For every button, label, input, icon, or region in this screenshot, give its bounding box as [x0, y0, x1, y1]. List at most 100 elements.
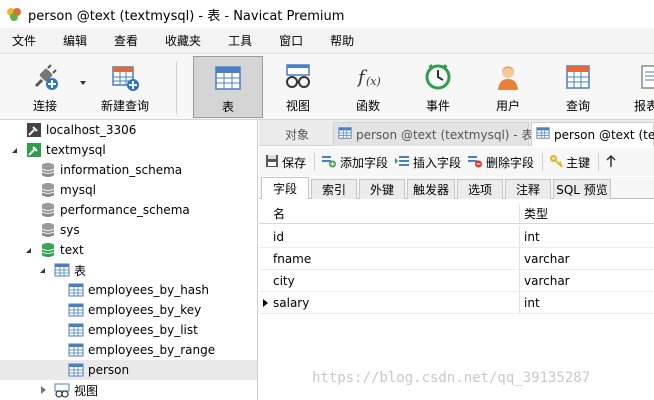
tab-indexes[interactable]: 索引 — [311, 179, 357, 199]
tree-item-textmysql[interactable]: textmysql — [0, 140, 257, 160]
user-button[interactable]: 用户 — [478, 56, 538, 118]
function-button[interactable]: f (x) 函数 — [338, 56, 398, 118]
expand-arrow-icon[interactable] — [26, 247, 31, 253]
field-type-cell[interactable]: varchar — [524, 248, 570, 269]
save-button[interactable]: 保存 — [265, 154, 306, 171]
primary-key-label: 主键 — [566, 155, 591, 170]
database-icon — [40, 182, 56, 198]
tree-item-mysql[interactable]: mysql — [0, 180, 257, 200]
column-header-name[interactable]: 名 — [273, 204, 285, 223]
save-icon — [265, 154, 279, 171]
menu-view[interactable]: 查看 — [114, 32, 138, 49]
table-icon — [68, 322, 84, 338]
tree-item-person[interactable]: person — [0, 360, 257, 380]
key-icon — [549, 154, 563, 171]
field-name-cell[interactable]: salary — [273, 292, 309, 313]
event-button[interactable]: 事件 — [408, 56, 468, 118]
tree-item-views-folder[interactable]: 视图 — [0, 380, 257, 400]
save-label: 保存 — [282, 155, 307, 170]
delete-field-button[interactable]: 删除字段 — [467, 154, 534, 171]
field-name-cell[interactable]: city — [273, 270, 295, 291]
toolbar-separator — [314, 153, 316, 171]
tree-item-information-schema[interactable]: information_schema — [0, 160, 257, 180]
add-field-button[interactable]: 添加字段 — [321, 154, 388, 171]
menu-edit[interactable]: 编辑 — [63, 32, 87, 49]
grid-header: 名 类型 — [259, 204, 654, 224]
connect-dropdown-icon[interactable] — [80, 81, 86, 85]
insert-field-icon — [394, 154, 410, 171]
tree-item-employees-by-key[interactable]: employees_by_key — [0, 300, 257, 320]
report-button[interactable]: 报表 — [626, 56, 654, 118]
tab-foreign-keys[interactable]: 外键 — [359, 179, 405, 199]
field-type-cell[interactable]: int — [524, 226, 540, 247]
tab-triggers[interactable]: 触发器 — [407, 179, 455, 199]
tree-item-text[interactable]: text — [0, 240, 257, 260]
user-label: 用户 — [495, 99, 520, 113]
new-query-button[interactable]: 新建查询 — [92, 56, 158, 118]
column-header-type[interactable]: 类型 — [524, 204, 548, 223]
field-type-cell[interactable]: varchar — [524, 270, 570, 291]
view-button[interactable]: 视图 — [268, 56, 328, 118]
primary-key-button[interactable]: 主键 — [549, 154, 590, 171]
table-icon — [536, 126, 550, 143]
clock-icon — [422, 61, 454, 93]
add-field-label: 添加字段 — [340, 155, 389, 170]
connect-label: 连接 — [32, 99, 57, 113]
menu-help[interactable]: 帮助 — [330, 32, 354, 49]
glasses-icon — [282, 61, 314, 93]
insert-field-label: 插入字段 — [413, 155, 462, 170]
tab-sql-preview[interactable]: SQL 预览 — [553, 179, 611, 199]
field-name-cell[interactable]: fname — [273, 248, 311, 269]
query-label: 查询 — [565, 99, 590, 113]
report-label: 报表 — [634, 99, 654, 113]
table-folder-icon — [54, 262, 70, 278]
menu-window[interactable]: 窗口 — [279, 32, 303, 49]
move-up-button[interactable] — [605, 154, 620, 171]
connection-open-icon — [26, 142, 42, 158]
expand-arrow-icon[interactable] — [12, 147, 17, 153]
field-type-cell[interactable]: int — [524, 292, 540, 313]
tree-label: localhost_3306 — [46, 123, 137, 137]
tab-person-table-1[interactable]: person @text (textmysql) - 表 — [333, 122, 533, 146]
collapse-arrow-icon[interactable] — [41, 386, 46, 394]
tree-item-sys[interactable]: sys — [0, 220, 257, 240]
connect-button[interactable]: 连接 — [14, 56, 76, 118]
tree-item-employees-by-list[interactable]: employees_by_list — [0, 320, 257, 340]
tree-label: sys — [60, 223, 80, 237]
database-icon — [40, 162, 56, 178]
main-toolbar: 连接 新建查询 表 视图 f (x) 函数 事件 用户 查询 报表 — [0, 54, 654, 120]
column-separator — [519, 270, 520, 291]
tab-fields[interactable]: 字段 — [261, 177, 309, 199]
tab-person-table-2[interactable]: person @text (te — [531, 122, 654, 146]
tree-label: employees_by_hash — [88, 283, 210, 297]
tab-options[interactable]: 选项 — [457, 179, 503, 199]
menu-file[interactable]: 文件 — [12, 32, 36, 49]
tab-objects[interactable]: 对象 — [263, 122, 331, 146]
expand-arrow-icon[interactable] — [40, 267, 45, 273]
tab-label: person @text (te — [554, 127, 654, 142]
table-row[interactable]: salary int — [259, 292, 654, 314]
table-icon — [68, 362, 84, 378]
current-row-marker-icon — [263, 299, 268, 307]
query-button[interactable]: 查询 — [548, 56, 608, 118]
svg-text:(x): (x) — [366, 75, 381, 88]
menu-favorites[interactable]: 收藏夹 — [165, 32, 201, 49]
table-button[interactable]: 表 — [193, 56, 263, 118]
tab-comments[interactable]: 注释 — [505, 179, 551, 199]
insert-field-button[interactable]: 插入字段 — [394, 154, 461, 171]
tree-item-performance-schema[interactable]: performance_schema — [0, 200, 257, 220]
connection-tree: localhost_3306 textmysql information_sch… — [0, 120, 258, 400]
tree-label: employees_by_list — [88, 323, 198, 337]
tree-label: employees_by_range — [88, 343, 216, 357]
tree-item-employees-by-hash[interactable]: employees_by_hash — [0, 280, 257, 300]
menu-tools[interactable]: 工具 — [228, 32, 252, 49]
arrow-up-icon — [605, 154, 617, 171]
tree-item-localhost[interactable]: localhost_3306 — [0, 120, 257, 140]
field-name-cell[interactable]: id — [273, 226, 284, 247]
table-row[interactable]: city varchar — [259, 270, 654, 292]
table-row[interactable]: id int — [259, 226, 654, 248]
table-row[interactable]: fname varchar — [259, 248, 654, 270]
table-design-toolbar: 保存 添加字段 插入字段 删除字段 主键 — [259, 148, 654, 176]
tree-item-employees-by-range[interactable]: employees_by_range — [0, 340, 257, 360]
tree-item-tables-folder[interactable]: 表 — [0, 260, 257, 280]
